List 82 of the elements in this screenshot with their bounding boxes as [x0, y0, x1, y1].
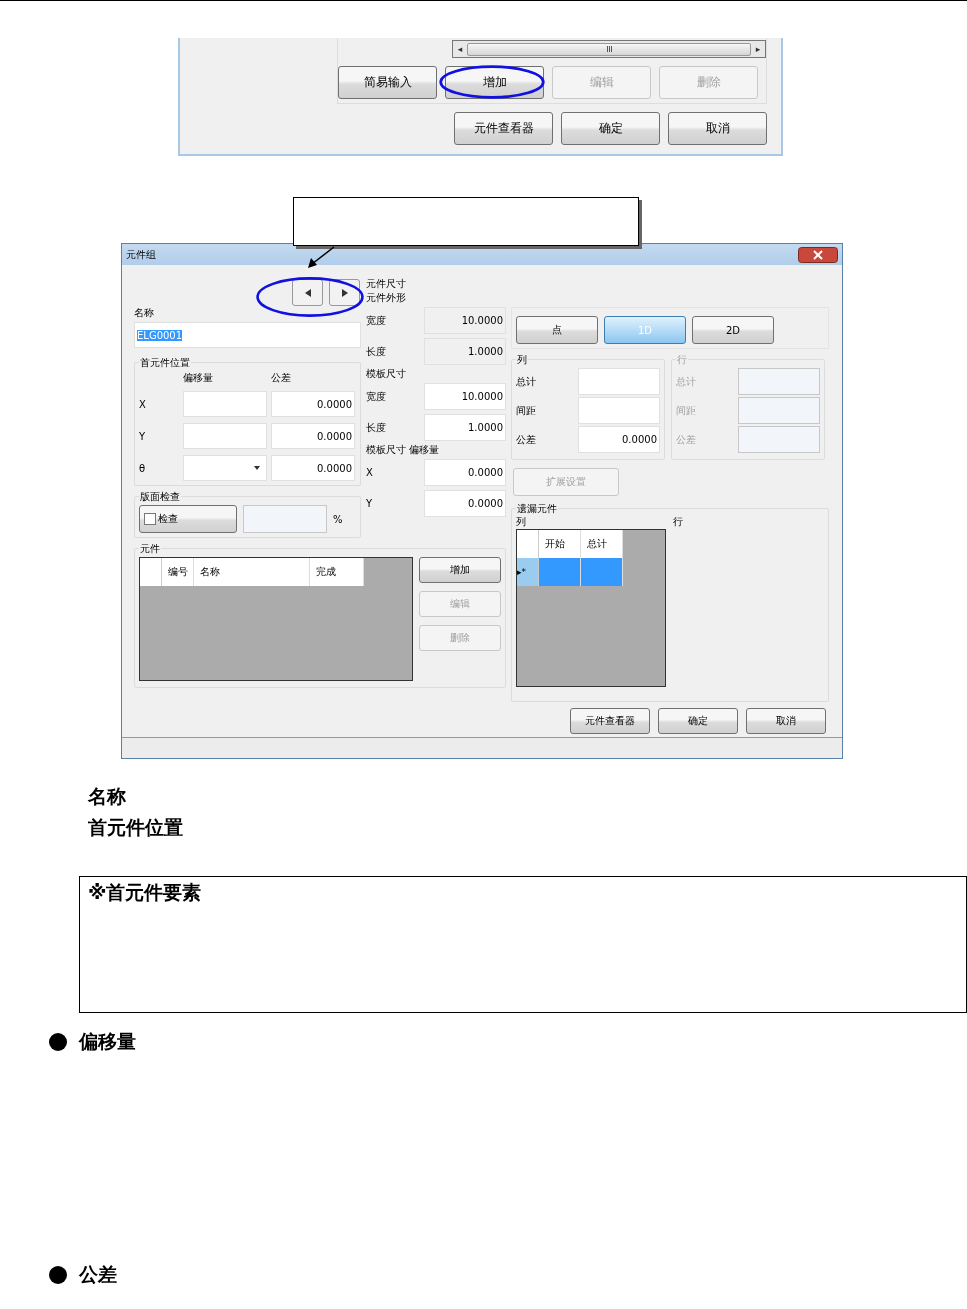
bullet-icon	[49, 1033, 67, 1051]
data-grid[interactable]: 编号 名称 完成	[139, 557, 413, 681]
field-label: 长度	[366, 344, 386, 359]
close-icon[interactable]	[798, 246, 838, 263]
input-field[interactable]: 0.0000	[271, 455, 355, 481]
dropdown-field[interactable]	[183, 455, 267, 481]
unit-label: %	[333, 513, 343, 525]
field-label: X	[139, 398, 147, 410]
previous-button[interactable]	[292, 279, 323, 306]
field-label: 间距	[676, 403, 696, 418]
bullet-icon	[49, 1266, 67, 1284]
field-label: 间距	[516, 403, 536, 418]
right-triangle-icon	[341, 288, 348, 297]
group-title: 元件外形	[366, 291, 407, 305]
group-title: 列	[516, 353, 528, 367]
field-label: Y	[139, 430, 147, 442]
field-label: 总计	[676, 374, 696, 389]
heading-text: 公差	[79, 1262, 117, 1287]
percent-field[interactable]	[243, 505, 327, 533]
row-header: ▸*	[517, 558, 539, 586]
check-button[interactable]: 检查	[139, 505, 237, 533]
input-field[interactable]: 1.0000	[424, 338, 506, 365]
input-field[interactable]	[183, 391, 267, 417]
dialog-button[interactable]: 确定	[658, 708, 738, 734]
field-label: θ	[139, 462, 147, 474]
group-title: 遗漏元件	[516, 502, 558, 516]
column-header: 偏移量	[183, 371, 214, 385]
input-field[interactable]: 0.0000	[578, 426, 660, 453]
field-label: X	[366, 467, 373, 478]
field-label: 总计	[516, 374, 536, 389]
input-field[interactable]: 0.0000	[424, 459, 506, 486]
group-title: 行	[676, 353, 688, 367]
dialog-button[interactable]: 取消	[746, 708, 826, 734]
field-label: 宽度	[366, 389, 386, 404]
group-title: 模板尺寸	[366, 367, 407, 381]
field-label: Y	[366, 498, 373, 509]
dropdown-arrow-icon	[254, 466, 260, 470]
heading-text: 偏移量	[79, 1029, 136, 1054]
input-field[interactable]	[578, 397, 660, 424]
horizontal-scrollbar[interactable]: ◂ ▸	[452, 40, 766, 58]
dialog-button[interactable]: 取消	[668, 112, 767, 145]
scroll-left-arrow[interactable]: ◂	[453, 44, 467, 54]
dialog-button[interactable]: 确定	[561, 112, 660, 145]
column-header: 完成	[310, 558, 364, 586]
heading-text: 首元件位置	[88, 816, 184, 839]
column-header: 名称	[194, 558, 310, 586]
window-title: 元件组	[126, 247, 156, 262]
input-field[interactable]: 0.0000	[271, 391, 355, 417]
heading-text: 名称	[88, 785, 127, 808]
field-label: 宽度	[366, 313, 386, 328]
dialog-button[interactable]: 简易输入	[338, 66, 437, 99]
dialog-button[interactable]: 元件查看器	[454, 112, 553, 145]
column-header: 编号	[162, 558, 194, 586]
data-grid[interactable]: 开始 总计 ▸*	[516, 529, 666, 687]
group-title: 首元件位置	[139, 356, 191, 370]
dialog-button[interactable]: 增加	[419, 557, 501, 583]
group-title: 模板尺寸 偏移量	[366, 443, 441, 457]
scroll-right-arrow[interactable]: ▸	[751, 44, 765, 54]
dialog-button[interactable]: 元件查看器	[570, 708, 650, 734]
field-label: 公差	[676, 432, 696, 447]
input-field[interactable]	[183, 423, 267, 449]
input-field[interactable]: 10.0000	[424, 307, 506, 334]
row-label: 行	[673, 515, 683, 529]
input-field[interactable]: 10.0000	[424, 383, 506, 410]
checkbox[interactable]	[144, 513, 156, 525]
column-label: 列	[516, 515, 526, 529]
note-title: ※首元件要素	[88, 881, 202, 903]
input-field[interactable]: 0.0000	[271, 423, 355, 449]
input-field[interactable]	[578, 368, 660, 395]
group-title: 元件尺寸	[366, 277, 407, 291]
group-title: 版面检查	[139, 490, 181, 504]
input-field[interactable]: 0.0000	[424, 490, 506, 517]
column-header: 公差	[271, 371, 292, 385]
field-label: 长度	[366, 420, 386, 435]
input-field[interactable]: 1.0000	[424, 414, 506, 441]
field-label: 名称	[134, 306, 155, 320]
group-title: 元件	[139, 542, 161, 556]
field-label: 公差	[516, 432, 536, 447]
left-triangle-icon	[304, 288, 311, 297]
mode-button[interactable]: 2D	[692, 316, 774, 344]
pointer-arrow	[306, 246, 336, 270]
mode-button[interactable]: 点	[516, 316, 598, 344]
